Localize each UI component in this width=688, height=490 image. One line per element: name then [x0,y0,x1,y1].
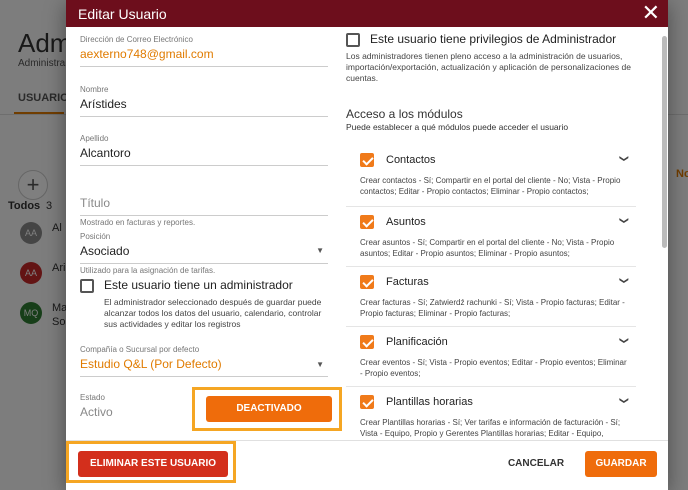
status-field: Estado Activo [80,393,180,424]
module-name: Asuntos [386,216,426,228]
delete-user-button[interactable]: ELIMINAR ESTE USUARIO [78,451,228,477]
scrollbar[interactable] [662,36,667,248]
module-checkbox[interactable] [360,153,374,167]
dropdown-arrow-icon: ▼ [316,246,324,255]
chevron-down-icon[interactable]: ❯ [619,155,630,163]
title-help: Mostrado en facturas y reportes. [80,218,196,227]
deactivate-button[interactable]: DEACTIVADO [206,396,332,422]
first-name-field[interactable]: Nombre Arístides [80,85,328,117]
last-name-label: Apellido [80,134,109,143]
module-name: Contactos [386,154,436,166]
module-item-contactos[interactable]: Contactos ❯ Crear contactos - Sí; Compar… [346,145,636,207]
status-label: Estado [80,393,105,402]
title-field[interactable]: Título Mostrado en facturas y reportes. [80,193,328,227]
module-item-plantillas[interactable]: Plantillas horarias ❯ Crear Plantillas h… [346,387,636,440]
company-label: Compañía o Sucursal por defecto [80,345,200,354]
dropdown-arrow-icon: ▼ [316,360,324,369]
admin-privileges-checkbox[interactable] [346,33,360,47]
module-checkbox[interactable] [360,215,374,229]
admin-privileges-label: Este usuario tiene privilegios de Admini… [370,32,617,46]
module-desc: Crear asuntos - Sí; Compartir en el port… [360,238,615,258]
module-name: Facturas [386,276,429,288]
has-admin-checkbox[interactable] [80,279,94,293]
has-admin-label: Este usuario tiene un administrador [104,278,293,292]
status-value: Activo [80,405,113,419]
email-input[interactable]: aexterno748@gmail.com [80,47,328,67]
last-name-input[interactable]: Alcantoro [80,146,328,166]
user-details-column: Dirección de Correo Electrónico aexterno… [66,27,342,440]
edit-user-dialog: Editar Usuario ✕ Dirección de Correo Ele… [66,0,668,490]
close-icon[interactable]: ✕ [642,1,660,25]
module-item-facturas[interactable]: Facturas ❯ Crear facturas - Sí; Zatwierd… [346,267,636,327]
title-input[interactable]: Título [80,196,328,216]
permissions-column: Este usuario tiene privilegios de Admini… [342,27,668,440]
dialog-footer: ELIMINAR ESTE USUARIO CANCELAR GUARDAR [66,440,668,490]
modules-title: Acceso a los módulos [346,107,463,121]
module-desc: Crear eventos - Sí; Vista - Propio event… [360,358,627,378]
first-name-input[interactable]: Arístides [80,97,328,117]
chevron-down-icon[interactable]: ❯ [619,337,630,345]
module-checkbox[interactable] [360,335,374,349]
cancel-button[interactable]: CANCELAR [496,451,576,477]
admin-privileges-desc: Los administradores tienen pleno acceso … [346,51,631,83]
position-label: Posición [80,232,111,241]
save-button[interactable]: GUARDAR [585,451,657,477]
position-help: Utilizado para la asignación de tarifas. [80,266,216,275]
modules-list: Contactos ❯ Crear contactos - Sí; Compar… [346,145,636,440]
chevron-down-icon[interactable]: ❯ [619,277,630,285]
modules-subtitle: Puede establecer a qué módulos puede acc… [346,122,569,132]
module-name: Planificación [386,336,448,348]
dialog-title: Editar Usuario [78,6,167,22]
module-desc: Crear facturas - Sí; Zatwierdź rachunki … [360,298,625,318]
last-name-field[interactable]: Apellido Alcantoro [80,134,328,166]
position-select[interactable]: Posición Asociado ▼ Utilizado para la as… [80,232,328,275]
module-checkbox[interactable] [360,275,374,289]
chevron-down-icon[interactable]: ❯ [619,217,630,225]
module-desc: Crear contactos - Sí; Compartir en el po… [360,176,621,196]
chevron-down-icon[interactable]: ❯ [619,397,630,405]
email-field[interactable]: Dirección de Correo Electrónico aexterno… [80,35,328,67]
company-select[interactable]: Compañía o Sucursal por defecto Estudio … [80,345,328,377]
module-checkbox[interactable] [360,395,374,409]
module-desc: Crear Plantillas horarias - Sí; Ver tari… [360,418,621,438]
module-item-planificacion[interactable]: Planificación ❯ Crear eventos - Sí; Vist… [346,327,636,387]
dialog-header: Editar Usuario ✕ [66,0,668,27]
position-value[interactable]: Asociado [80,244,328,264]
email-label: Dirección de Correo Electrónico [80,35,193,44]
company-value[interactable]: Estudio Q&L (Por Defecto) [80,357,328,377]
first-name-label: Nombre [80,85,109,94]
module-name: Plantillas horarias [386,396,473,408]
has-admin-desc: El administrador seleccionado después de… [104,297,322,329]
module-item-asuntos[interactable]: Asuntos ❯ Crear asuntos - Sí; Compartir … [346,207,636,267]
